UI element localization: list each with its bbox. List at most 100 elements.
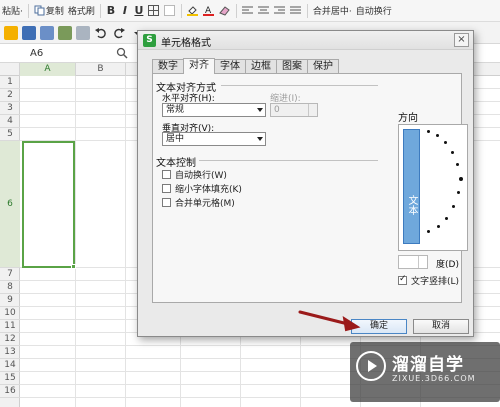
orientation-dot[interactable] <box>451 151 454 154</box>
align-center-icon <box>257 5 269 16</box>
justify-icon <box>289 5 301 16</box>
orientation-dot[interactable] <box>427 130 430 133</box>
vertical-stack-checkbox[interactable] <box>398 274 407 285</box>
tab-protection[interactable]: 保护 <box>307 59 339 74</box>
row-header-bar: 1 2 3 4 5 6 7 8 9 10 11 12 13 14 15 16 <box>0 76 20 407</box>
row-header[interactable]: 8 <box>0 281 20 294</box>
align-right-icon <box>273 5 285 16</box>
group-divider <box>199 160 378 161</box>
bold-button[interactable]: B <box>104 2 118 20</box>
shrink-to-fit-option[interactable]: 缩小字体填充(K) <box>162 182 242 195</box>
merge-cells-option[interactable]: 合并单元格(M) <box>162 196 235 209</box>
vertical-text-button[interactable]: 文本 <box>403 129 420 244</box>
copy-button[interactable]: 复制 <box>32 2 66 20</box>
tab-font[interactable]: 字体 <box>214 59 246 74</box>
align-left-icon <box>241 5 253 16</box>
fill-color-button[interactable] <box>185 2 201 20</box>
print-preview-icon[interactable] <box>58 25 72 40</box>
row-header[interactable]: 5 <box>0 128 20 141</box>
vertical-stack-label: 文字竖排(L) <box>411 277 460 287</box>
shrink-to-fit-label: 缩小字体填充(K) <box>175 185 242 195</box>
justify-button[interactable] <box>288 2 304 20</box>
merge-center-button[interactable]: 合并居中· <box>311 2 354 20</box>
row-header[interactable]: 1 <box>0 76 20 89</box>
row-header[interactable]: 7 <box>0 268 20 281</box>
cell-style-button[interactable] <box>162 2 178 20</box>
horizontal-align-select[interactable]: 常规 <box>162 103 266 117</box>
text-control-group-title: 文本控制 <box>156 158 196 169</box>
cancel-button[interactable]: 取消 <box>413 319 469 334</box>
indent-stepper[interactable]: 0 <box>270 103 318 117</box>
row-header[interactable]: 4 <box>0 115 20 128</box>
vertical-stack-option[interactable]: 文字竖排(L) <box>398 274 459 287</box>
italic-button[interactable]: I <box>118 2 132 20</box>
align-left-button[interactable] <box>240 2 256 20</box>
tab-border[interactable]: 边框 <box>245 59 277 74</box>
open-folder-icon[interactable] <box>4 25 18 40</box>
export-pdf-icon[interactable] <box>76 25 90 40</box>
ok-button[interactable]: 确定 <box>351 319 407 334</box>
tab-alignment[interactable]: 对齐 <box>183 58 215 74</box>
degree-stepper[interactable] <box>398 255 428 269</box>
eraser-icon <box>219 5 230 16</box>
orientation-dot[interactable] <box>452 205 455 208</box>
divider <box>27 3 29 18</box>
row-header[interactable]: 10 <box>0 307 20 320</box>
column-header-b[interactable]: B <box>76 63 126 76</box>
orientation-dot[interactable] <box>436 134 439 137</box>
name-box[interactable]: A6 <box>22 46 108 61</box>
selected-cell-a6[interactable] <box>22 141 76 269</box>
format-painter-button[interactable]: 格式刷 <box>66 2 97 20</box>
underline-button[interactable]: U <box>132 2 146 20</box>
row-header[interactable]: 14 <box>0 359 20 372</box>
orientation-dot[interactable] <box>456 163 459 166</box>
print-icon[interactable] <box>40 25 54 40</box>
orientation-box[interactable]: 文本 <box>398 124 468 251</box>
undo-icon[interactable] <box>94 26 108 40</box>
tab-pattern[interactable]: 图案 <box>276 59 308 74</box>
zoom-icon[interactable] <box>116 47 128 59</box>
redo-icon[interactable] <box>112 26 126 40</box>
ribbon-toolbar: 粘贴· 复制 格式刷 B I U A 合并居中· 自动换行 <box>0 0 500 22</box>
border-button[interactable] <box>146 2 162 20</box>
orientation-dot[interactable] <box>427 230 430 233</box>
align-right-button[interactable] <box>272 2 288 20</box>
row-header[interactable]: 16 <box>0 385 20 398</box>
column-header-a[interactable]: A <box>20 63 76 76</box>
orientation-dot[interactable] <box>459 177 463 181</box>
wrap-text-label: 自动换行(W) <box>175 171 227 181</box>
wrap-text-checkbox[interactable] <box>162 170 171 179</box>
merge-cells-label: 合并单元格(M) <box>175 199 235 209</box>
clear-format-button[interactable] <box>217 2 233 20</box>
copy-label: 复制 <box>45 7 64 17</box>
tab-number[interactable]: 数字 <box>152 59 184 74</box>
save-icon[interactable] <box>22 25 36 40</box>
merge-cells-checkbox[interactable] <box>162 198 171 207</box>
divider <box>99 3 101 18</box>
wrap-text-button[interactable]: 自动换行 <box>354 2 394 20</box>
chevron-down-icon <box>257 108 263 112</box>
shrink-to-fit-checkbox[interactable] <box>162 184 171 193</box>
row-header[interactable]: 11 <box>0 320 20 333</box>
select-all-corner[interactable] <box>0 63 20 76</box>
orientation-dot[interactable] <box>444 141 447 144</box>
orientation-dot[interactable] <box>445 217 448 220</box>
wrap-text-option[interactable]: 自动换行(W) <box>162 168 227 181</box>
row-header[interactable]: 15 <box>0 372 20 385</box>
row-header-active[interactable]: 6 <box>0 141 20 268</box>
orientation-dot[interactable] <box>437 225 440 228</box>
row-header[interactable]: 3 <box>0 102 20 115</box>
font-color-button[interactable]: A <box>201 2 217 20</box>
dialog-title-bar[interactable]: S 单元格格式 × <box>138 31 473 50</box>
fill-handle[interactable] <box>71 264 76 269</box>
paste-button[interactable]: 粘贴· <box>0 2 25 20</box>
vertical-align-select[interactable]: 居中 <box>162 132 266 146</box>
row-header[interactable]: 2 <box>0 89 20 102</box>
row-header[interactable]: 13 <box>0 346 20 359</box>
indent-value: 0 <box>274 105 280 115</box>
close-button[interactable]: × <box>454 33 469 47</box>
align-center-button[interactable] <box>256 2 272 20</box>
row-header[interactable]: 9 <box>0 294 20 307</box>
orientation-dot[interactable] <box>457 191 460 194</box>
row-header[interactable]: 12 <box>0 333 20 346</box>
